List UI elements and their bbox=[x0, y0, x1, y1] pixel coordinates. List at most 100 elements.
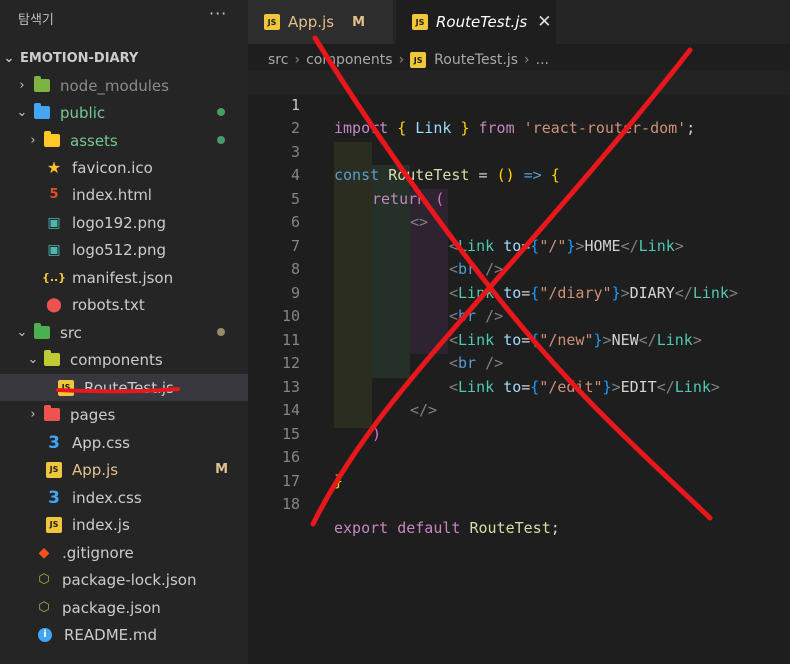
code-line-8: 8 <Link to={"/diary"}>DIARY</Link> bbox=[248, 235, 790, 302]
tree-item-label: node_modules bbox=[60, 76, 169, 95]
image-file-icon: ▣ bbox=[47, 241, 61, 258]
chevron-down-icon: ⌄ bbox=[16, 105, 28, 120]
code-text: export default RouteTest; bbox=[334, 518, 560, 537]
code-line-6: 6 <Link to={"/"}>HOME</Link> bbox=[248, 188, 790, 255]
tree-file-index-html[interactable]: 5 index.html bbox=[0, 181, 248, 208]
tree-folder-public[interactable]: ⌄ public bbox=[0, 99, 248, 126]
tree-folder-node-modules[interactable]: › node_modules bbox=[0, 72, 248, 99]
tree-item-label: logo512.png bbox=[72, 240, 166, 259]
tree-item-label: robots.txt bbox=[72, 295, 145, 314]
code-line-13: 13 </> bbox=[248, 352, 790, 420]
tree-item-label: assets bbox=[70, 131, 118, 150]
tree-item-label: README.md bbox=[64, 625, 158, 644]
project-folder-header[interactable]: ⌄ EMOTION-DIARY bbox=[0, 47, 248, 69]
tree-folder-pages[interactable]: › pages bbox=[0, 401, 248, 428]
tree-file-gitignore[interactable]: ◆ .gitignore bbox=[0, 539, 248, 566]
js-file-icon: JS bbox=[46, 516, 62, 533]
robot-icon: ⬤ bbox=[46, 296, 62, 313]
tab-routetest-js[interactable]: JS RouteTest.js ✕ bbox=[396, 0, 556, 44]
image-file-icon: ▣ bbox=[47, 214, 61, 231]
folder-components-icon bbox=[44, 350, 60, 368]
tree-file-package-json[interactable]: ⬡ package.json bbox=[0, 594, 248, 621]
tab-label: App.js bbox=[288, 13, 335, 31]
tree-file-index-js[interactable]: JS index.js bbox=[0, 511, 248, 538]
tree-file-app-css[interactable]: 3 App.css bbox=[0, 429, 248, 456]
editor-tab-bar: JS App.js M JS RouteTest.js ✕ bbox=[248, 0, 790, 44]
breadcrumb-item[interactable]: src bbox=[268, 52, 288, 68]
code-line-2: 2 bbox=[248, 94, 790, 137]
code-line-16: 16 } bbox=[248, 423, 790, 490]
tree-file-routetest[interactable]: JS RouteTest.js bbox=[0, 374, 248, 401]
tree-item-label: favicon.ico bbox=[72, 158, 153, 177]
tree-file-robots[interactable]: ⬤ robots.txt bbox=[0, 291, 248, 318]
folder-node-icon bbox=[34, 76, 50, 94]
css-file-icon: 3 bbox=[48, 487, 60, 508]
explorer-sidebar: 탐색기 ··· ⌄ EMOTION-DIARY › node_modules ⌄… bbox=[0, 0, 248, 664]
code-line-18: 18 export default RouteTest; bbox=[248, 470, 790, 537]
js-file-icon: JS bbox=[410, 52, 427, 68]
tree-file-index-css[interactable]: 3 index.css bbox=[0, 484, 248, 511]
tab-app-js[interactable]: JS App.js M bbox=[248, 0, 393, 44]
chevron-down-icon: ⌄ bbox=[3, 50, 15, 66]
tree-file-app-js[interactable]: JS App.js M bbox=[0, 456, 248, 483]
tree-folder-components[interactable]: ⌄ components bbox=[0, 346, 248, 373]
code-line-9: 9 <br /> bbox=[248, 258, 790, 326]
project-name: EMOTION-DIARY bbox=[20, 50, 139, 66]
code-line-10: 10 <Link to={"/new"}>NEW</Link> bbox=[248, 282, 790, 349]
css-file-icon: 3 bbox=[48, 432, 60, 453]
code-line-15: 15 bbox=[248, 399, 790, 443]
chevron-right-icon: › bbox=[524, 52, 530, 68]
tree-file-favicon[interactable]: ★ favicon.ico bbox=[0, 154, 248, 181]
breadcrumb-item[interactable]: components bbox=[306, 52, 393, 68]
git-icon: ◆ bbox=[38, 544, 50, 561]
tree-file-logo192[interactable]: ▣ logo192.png bbox=[0, 209, 248, 236]
chevron-down-icon: ⌄ bbox=[16, 325, 28, 340]
folder-pages-icon bbox=[44, 405, 60, 423]
nodejs-icon: ⬡ bbox=[38, 572, 50, 587]
tree-folder-src[interactable]: ⌄ src bbox=[0, 319, 248, 346]
js-file-icon: JS bbox=[58, 379, 74, 396]
tree-item-label: package-lock.json bbox=[62, 570, 197, 589]
git-status-dot bbox=[217, 136, 225, 144]
breadcrumb-item[interactable]: ... bbox=[536, 52, 549, 68]
chevron-right-icon: › bbox=[19, 78, 25, 93]
git-status-dot bbox=[217, 108, 225, 116]
tree-file-package-lock[interactable]: ⬡ package-lock.json bbox=[0, 566, 248, 593]
line-number: 18 bbox=[281, 495, 300, 513]
chevron-right-icon: › bbox=[294, 52, 301, 68]
tree-item-label: index.js bbox=[72, 515, 130, 534]
more-actions-icon[interactable]: ··· bbox=[209, 4, 227, 23]
tree-item-label: pages bbox=[70, 405, 116, 424]
json-file-icon: {..} bbox=[41, 271, 67, 284]
tree-folder-assets[interactable]: › assets bbox=[0, 127, 248, 154]
code-line-3: 3 const RouteTest = () => { bbox=[248, 117, 790, 185]
tab-label: RouteTest.js bbox=[436, 13, 528, 31]
code-line-7: 7 <br /> bbox=[248, 211, 790, 279]
tree-item-label: App.js bbox=[72, 460, 119, 479]
tree-file-manifest[interactable]: {..} manifest.json bbox=[0, 264, 248, 291]
breadcrumb-item[interactable]: RouteTest.js bbox=[434, 52, 518, 68]
chevron-right-icon: › bbox=[30, 133, 36, 148]
tree-item-label: App.css bbox=[72, 433, 130, 452]
folder-public-icon bbox=[34, 103, 50, 121]
close-icon[interactable]: ✕ bbox=[537, 12, 551, 32]
modified-badge: M bbox=[352, 14, 365, 30]
code-line-12: 12 <Link to={"/edit"}>EDIT</Link> bbox=[248, 329, 790, 396]
tree-item-label: index.css bbox=[72, 488, 142, 507]
info-icon: i bbox=[38, 627, 52, 642]
star-icon: ★ bbox=[46, 158, 62, 177]
folder-assets-icon bbox=[44, 131, 60, 149]
explorer-title: 탐색기 bbox=[18, 13, 54, 28]
tree-file-logo512[interactable]: ▣ logo512.png bbox=[0, 236, 248, 263]
code-line-17: 17 bbox=[248, 446, 790, 490]
js-file-icon: JS bbox=[264, 14, 280, 30]
code-editor[interactable]: 1 import { Link } from 'react-router-dom… bbox=[248, 70, 790, 664]
tree-item-label: manifest.json bbox=[72, 268, 174, 287]
folder-src-icon bbox=[34, 323, 50, 341]
code-line-4: 4 return ( bbox=[248, 141, 790, 208]
tree-file-readme[interactable]: i README.md bbox=[0, 621, 248, 648]
js-file-icon: JS bbox=[46, 461, 62, 478]
code-line-1: 1 import { Link } from 'react-router-dom… bbox=[248, 70, 790, 137]
code-line-5: 5 <> bbox=[248, 164, 790, 232]
modified-badge: M bbox=[215, 462, 228, 477]
